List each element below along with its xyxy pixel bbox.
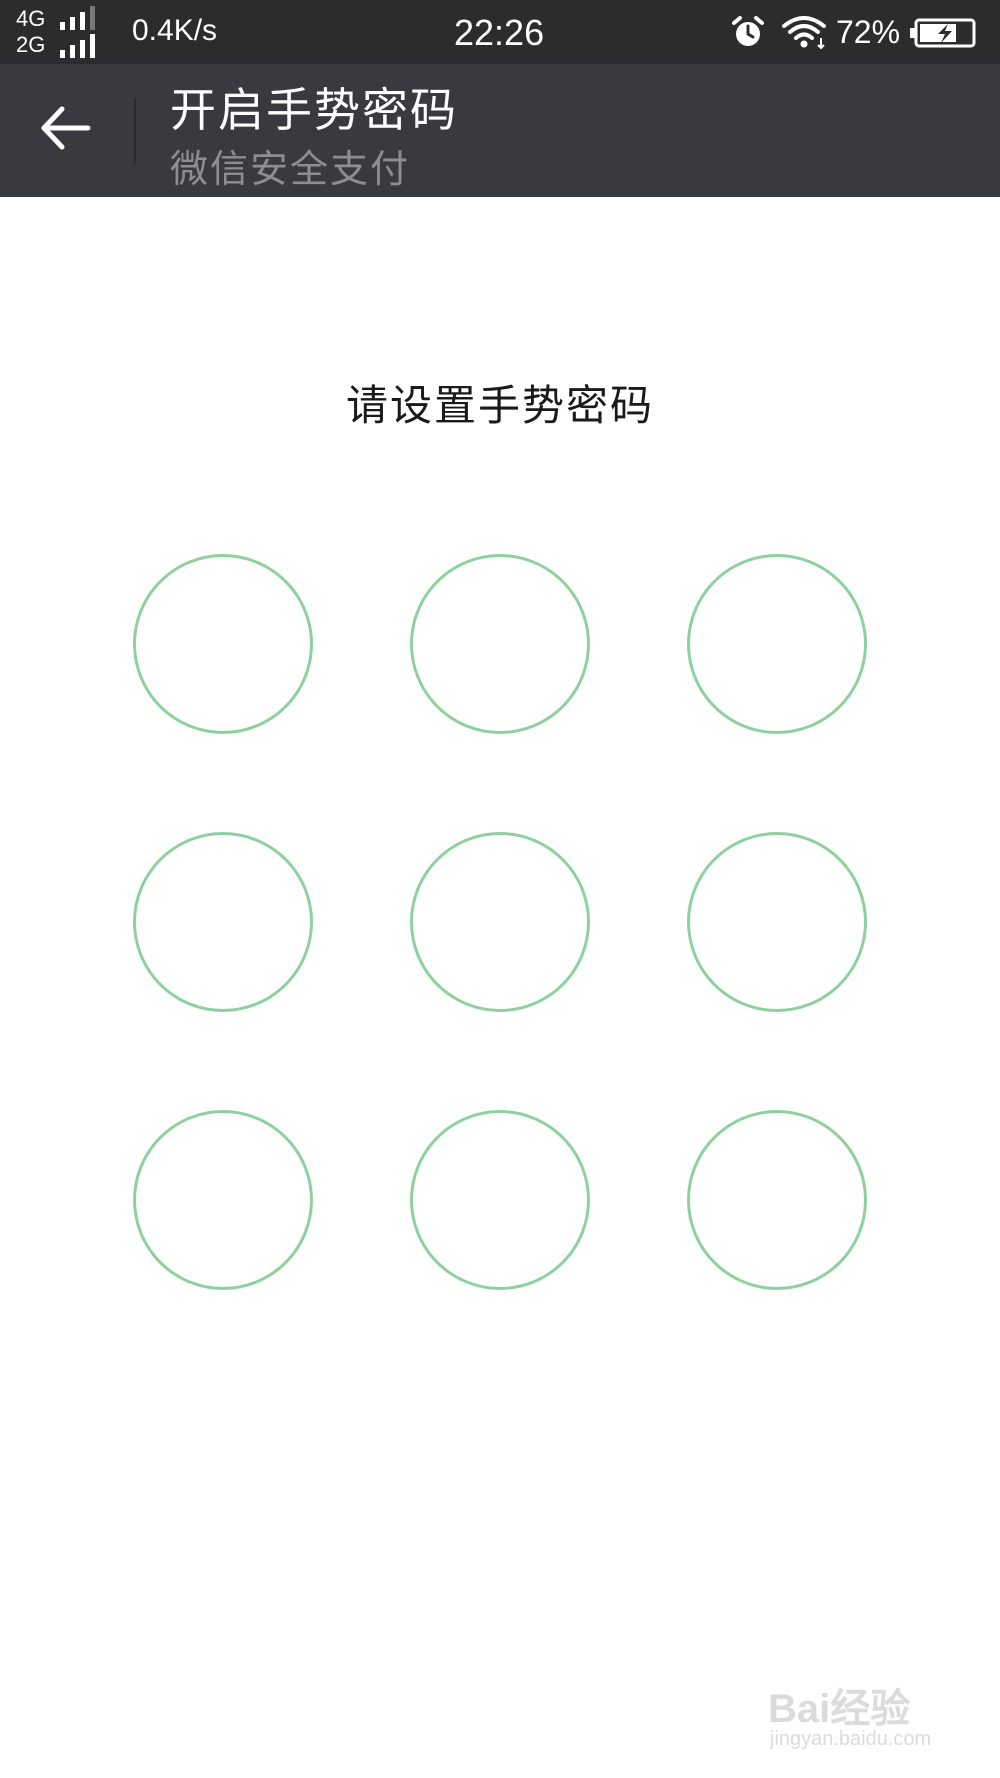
alarm-icon [732,16,764,46]
back-button[interactable] [32,92,104,164]
gesture-dot-1-2[interactable] [410,554,590,734]
signal-strength-secondary-icon [60,34,108,58]
gesture-dot-3-1[interactable] [133,1110,313,1290]
battery-percent: 72% [836,14,901,50]
title-divider [134,98,136,164]
page-subtitle: 微信安全支付 [170,147,411,191]
gesture-dot-1-1[interactable] [133,554,313,734]
gesture-dot-2-3[interactable] [687,832,867,1012]
gesture-dot-1-3[interactable] [687,554,867,734]
network-type-primary: 4G [16,6,46,31]
watermark-brand: Bai经验 [768,1687,911,1731]
gesture-dot-2-1[interactable] [133,832,313,1012]
status-bar: 4G 2G 0.4K/s 22:26 72% [0,0,1000,64]
wifi-icon [782,16,826,50]
battery-charging-icon [910,18,976,48]
gesture-dot-3-3[interactable] [687,1110,867,1290]
page-title: 开启手势密码 [170,83,458,137]
baidu-jingyan-watermark: Bai经验 jingyan.baidu.com [760,1672,980,1762]
watermark-url: jingyan.baidu.com [770,1728,932,1750]
network-types: 4G 2G [16,6,56,58]
signal-strength-primary-icon [60,6,108,30]
network-speed: 0.4K/s [132,14,218,47]
screen: 4G 2G 0.4K/s 22:26 72% 开启手势密码 微信安全支付 请设置… [0,0,1000,1778]
title-bar: 开启手势密码 微信安全支付 [0,64,1000,197]
clock: 22:26 [454,12,545,53]
gesture-dot-3-2[interactable] [410,1110,590,1290]
gesture-dot-2-2[interactable] [410,832,590,1012]
arrow-left-icon [41,106,91,150]
network-type-secondary: 2G [16,32,46,57]
gesture-pattern-grid[interactable] [0,0,1000,1778]
gesture-prompt: 请设置手势密码 [345,381,654,430]
